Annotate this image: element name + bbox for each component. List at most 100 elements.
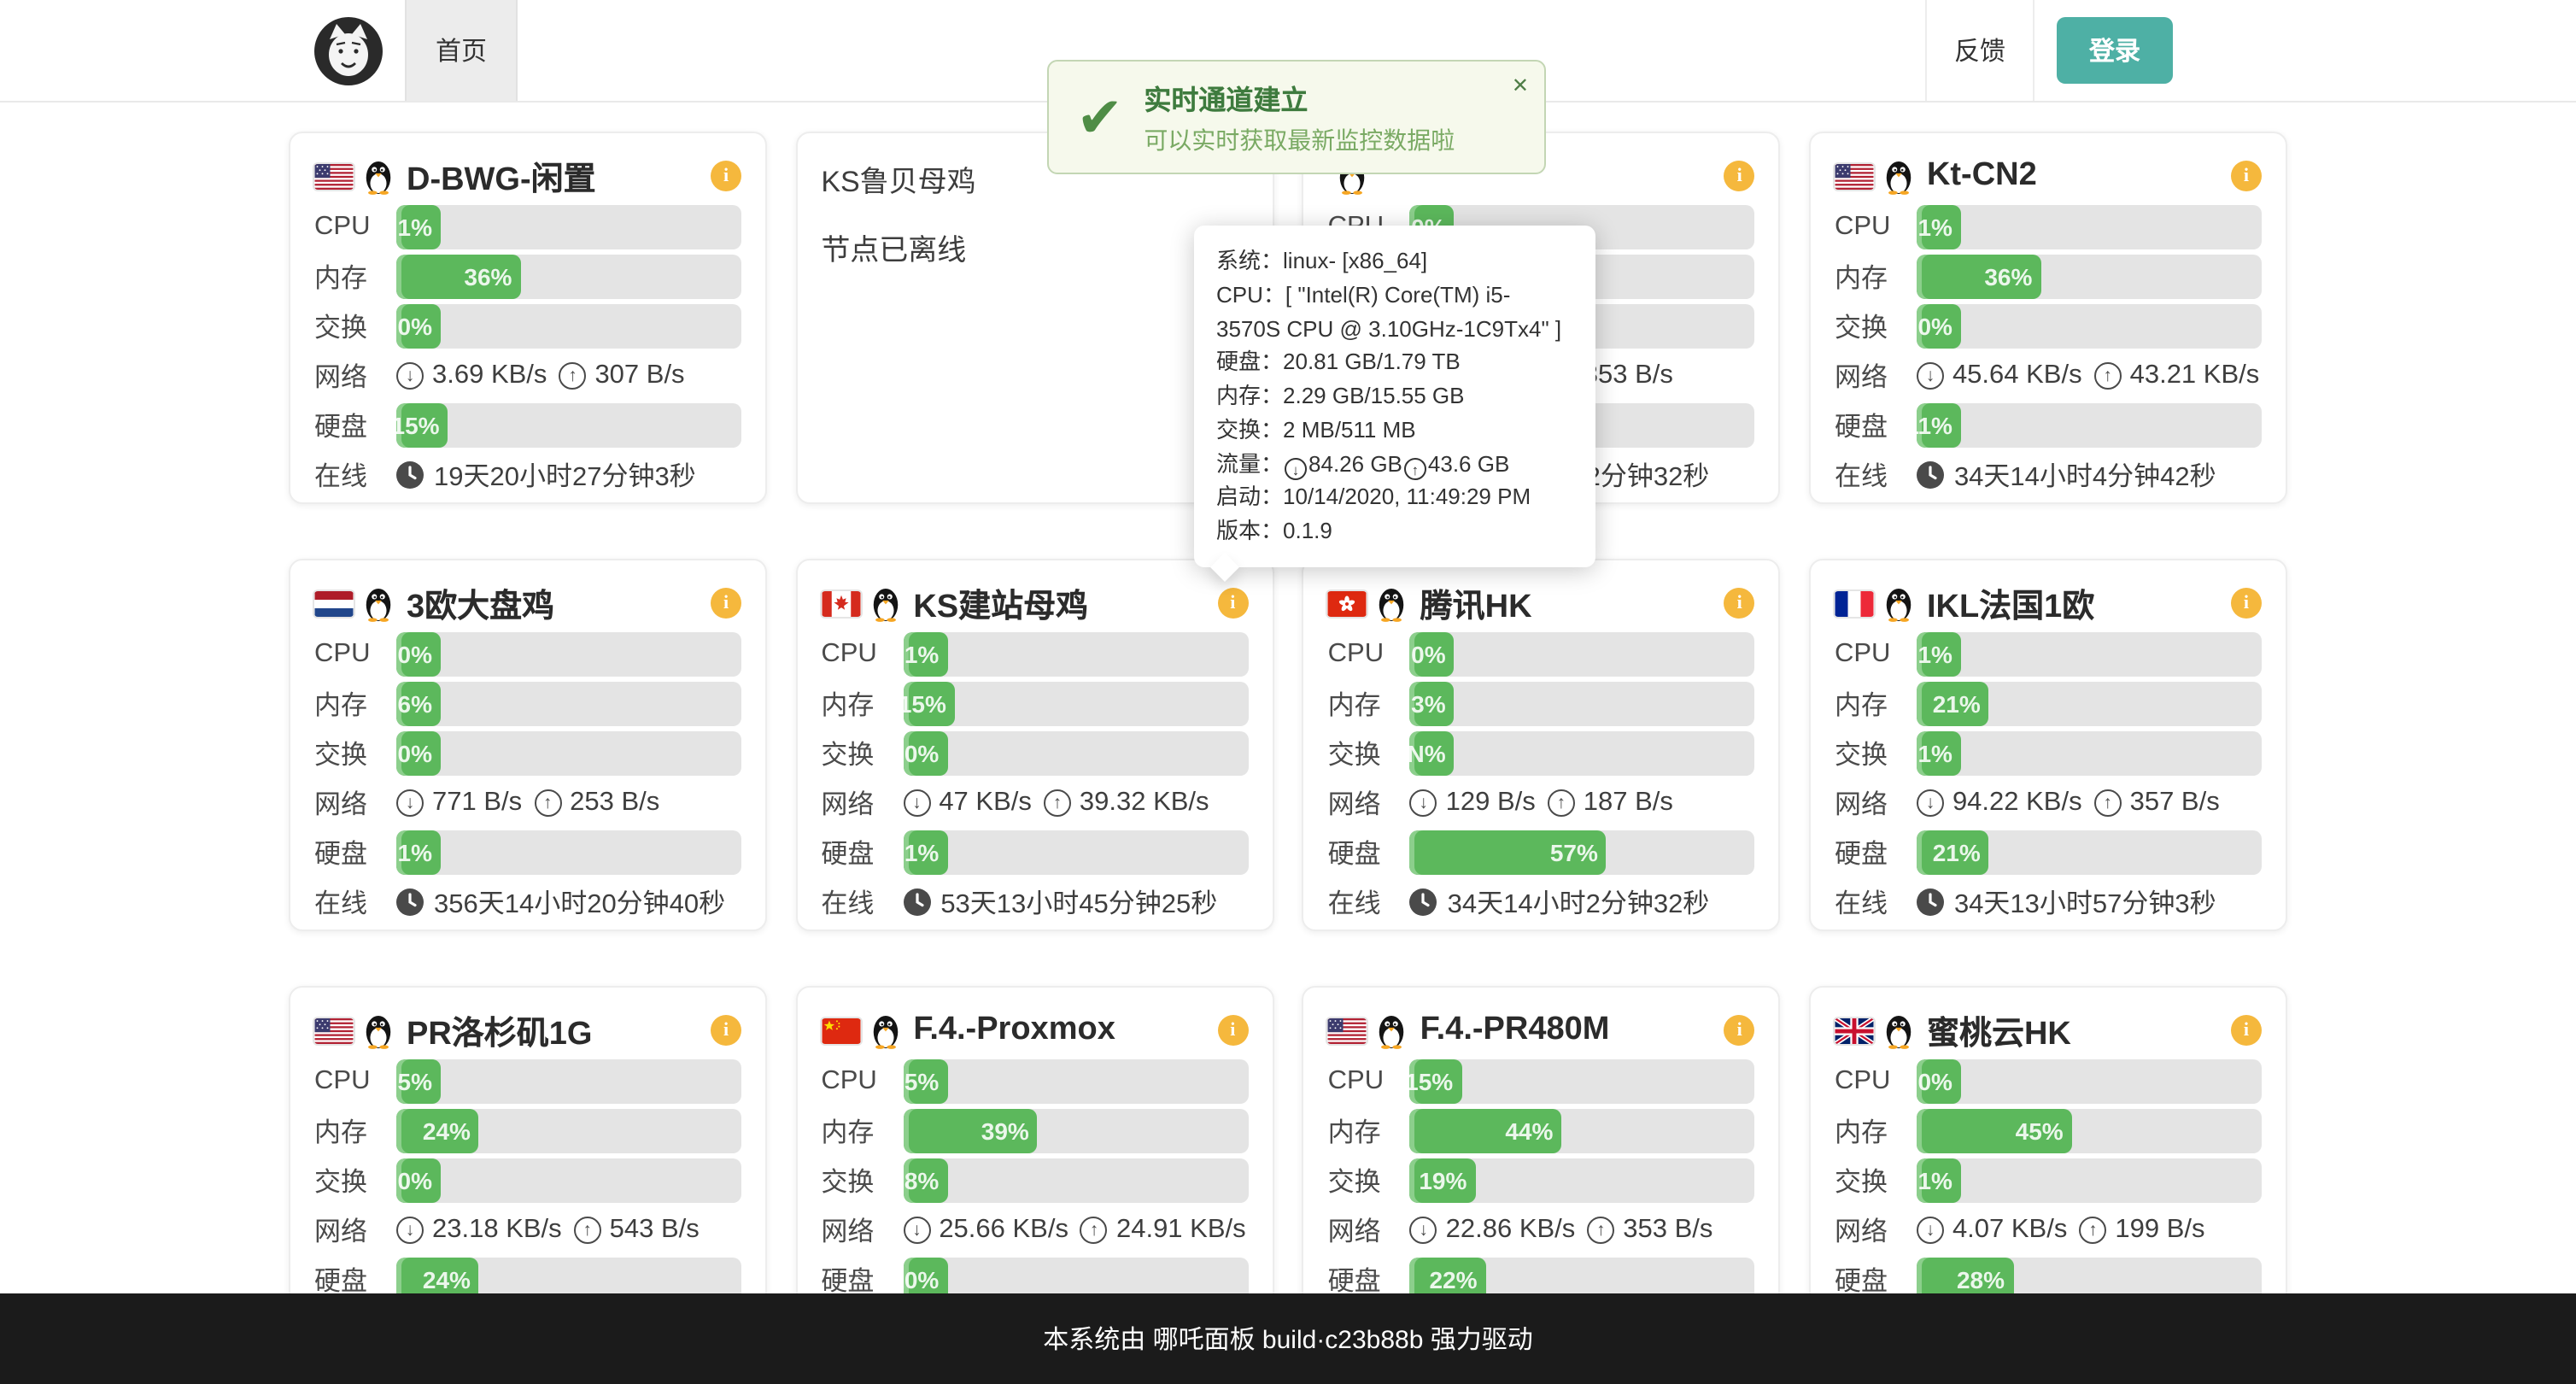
stat-label: CPU xyxy=(821,1066,903,1097)
stat-row-disk: 硬盘15% xyxy=(314,403,741,448)
linux-penguin-icon xyxy=(362,1012,395,1048)
uptime-stats: 19天20小时27分钟3秒 xyxy=(396,456,741,494)
info-icon[interactable]: i xyxy=(1724,1015,1755,1046)
stat-row-mem: 内存24% xyxy=(314,1109,741,1153)
stat-row-uptime: 在线34天14小时2分钟32秒 xyxy=(1328,880,1755,924)
info-icon[interactable]: i xyxy=(711,588,741,619)
stat-label: 内存 xyxy=(1835,685,1917,723)
flag-us-icon xyxy=(1835,163,1874,189)
stat-row-net: 网络↓45.64 KB/s↑43.21 KB/s xyxy=(1835,354,2262,398)
tooltip-value: 2.29 GB/15.55 GB xyxy=(1283,383,1464,408)
stat-row-cpu: CPU0% xyxy=(1835,1059,2262,1104)
site-logo-avatar[interactable] xyxy=(314,16,383,85)
flag-nl-icon xyxy=(314,590,354,616)
network-stats: ↓129 B/s↑187 B/s xyxy=(1410,788,1755,818)
uptime-value: 34天14小时4分钟42秒 xyxy=(1954,456,2216,494)
server-name: 蜜桃云HK xyxy=(1927,1007,2231,1053)
server-card: D-BWG-闲置iCPU1%内存36%交换0%网络↓3.69 KB/s↑307 … xyxy=(289,132,767,504)
flag-hk-icon xyxy=(1328,590,1367,616)
swap-usage-bar: 1% xyxy=(1917,731,2262,776)
swap-usage-bar: N% xyxy=(1410,731,1755,776)
network-stats: ↓47 KB/s↑39.32 KB/s xyxy=(903,788,1248,818)
upload-speed: 353 B/s xyxy=(1623,1215,1712,1246)
clock-icon xyxy=(396,461,424,489)
memory-usage-bar-percent: 36% xyxy=(464,263,512,290)
clock-icon xyxy=(903,888,930,916)
cpu-usage-bar: 15% xyxy=(1410,1059,1755,1104)
stat-label: 交换 xyxy=(1835,735,1917,772)
tooltip-label: 启动： xyxy=(1216,484,1283,510)
stat-label: 在线 xyxy=(314,456,396,494)
stat-row-mem: 内存36% xyxy=(314,255,741,299)
info-icon[interactable]: i xyxy=(1217,588,1248,619)
download-arrow-icon: ↓ xyxy=(903,789,930,817)
tooltip-value: linux- [x86_64] xyxy=(1283,248,1427,273)
stat-row-swap: 交换0% xyxy=(821,731,1248,776)
disk-usage-bar: 1% xyxy=(396,830,741,875)
upload-speed: 353 B/s xyxy=(1584,361,1673,391)
memory-usage-bar: 21% xyxy=(1917,682,2262,726)
card-header: 腾讯HKi xyxy=(1328,581,1755,625)
info-icon[interactable]: i xyxy=(711,1015,741,1046)
stat-label: CPU xyxy=(314,639,396,670)
upload-speed: 39.32 KB/s xyxy=(1080,788,1209,818)
memory-usage-bar: 3% xyxy=(1410,682,1755,726)
cpu-usage-bar-percent: 5% xyxy=(398,1068,432,1095)
server-name: D-BWG-闲置 xyxy=(407,153,711,199)
linux-penguin-icon xyxy=(362,158,395,194)
traffic-down-value: 84.26 GB xyxy=(1308,450,1402,476)
info-icon[interactable]: i xyxy=(2231,1015,2262,1046)
stat-row-cpu: CPU15% xyxy=(1328,1059,1755,1104)
network-stats: ↓22.86 KB/s↑353 B/s xyxy=(1410,1215,1755,1246)
tooltip-row: 内存：2.29 GB/15.55 GB xyxy=(1216,379,1573,413)
stat-label: 交换 xyxy=(314,1162,396,1199)
nav-item-feedback[interactable]: 反馈 xyxy=(1925,0,2034,101)
disk-usage-bar-percent: 15% xyxy=(396,412,440,439)
stat-label: 交换 xyxy=(314,735,396,772)
flag-ca-icon xyxy=(821,590,860,616)
download-speed: 3.69 KB/s xyxy=(432,361,547,391)
disk-usage-bar: 15% xyxy=(396,403,741,448)
stat-label: 网络 xyxy=(821,1211,903,1249)
swap-usage-bar-percent: 0% xyxy=(398,313,432,340)
stat-row-cpu: CPU1% xyxy=(821,632,1248,677)
stat-row-uptime: 在线53天13小时45分钟25秒 xyxy=(821,880,1248,924)
upload-speed: 187 B/s xyxy=(1584,788,1673,818)
cpu-usage-bar: 0% xyxy=(396,632,741,677)
disk-usage-bar-percent: 21% xyxy=(1933,839,1981,866)
swap-usage-bar-percent: 0% xyxy=(905,740,939,767)
footer: 本系统由 哪吒面板 build·c23b88b 强力驱动 xyxy=(0,1293,2576,1384)
stat-row-mem: 内存36% xyxy=(1835,255,2262,299)
close-icon[interactable]: ✕ xyxy=(1512,73,1529,97)
info-icon[interactable]: i xyxy=(2231,161,2262,191)
download-speed: 771 B/s xyxy=(432,788,522,818)
stat-label: 网络 xyxy=(1835,357,1917,395)
download-arrow-icon: ↓ xyxy=(396,1217,424,1244)
nav-tab-home[interactable]: 首页 xyxy=(405,0,518,101)
swap-usage-bar-percent: 19% xyxy=(1419,1167,1467,1194)
info-icon[interactable]: i xyxy=(1724,161,1755,191)
linux-penguin-icon xyxy=(1376,1012,1408,1048)
login-button[interactable]: 登录 xyxy=(2057,17,2173,84)
info-icon[interactable]: i xyxy=(1217,1015,1248,1046)
info-icon[interactable]: i xyxy=(1724,588,1755,619)
toast-body: 实时通道建立 可以实时获取最新监控数据啦 xyxy=(1144,77,1455,157)
uptime-stats: 34天13小时57分钟3秒 xyxy=(1917,883,2262,921)
stat-label: CPU xyxy=(1835,212,1917,243)
stat-row-cpu: CPU1% xyxy=(1835,205,2262,249)
tooltip-row: 流量：↓84.26 GB↑43.6 GB xyxy=(1216,447,1573,481)
tooltip-label: 内存： xyxy=(1216,383,1283,408)
memory-usage-bar: 6% xyxy=(396,682,741,726)
swap-usage-bar: 0% xyxy=(903,731,1248,776)
stat-row-swap: 交换0% xyxy=(314,731,741,776)
memory-usage-bar-percent: 21% xyxy=(1933,690,1981,718)
tooltip-label: 系统： xyxy=(1216,248,1283,273)
upload-speed: 307 B/s xyxy=(594,361,684,391)
info-icon[interactable]: i xyxy=(711,161,741,191)
stat-row-swap: 交换19% xyxy=(1328,1158,1755,1203)
memory-usage-bar-percent: 6% xyxy=(398,690,432,718)
info-icon[interactable]: i xyxy=(2231,588,2262,619)
upload-speed: 43.21 KB/s xyxy=(2130,361,2260,391)
stat-label: 内存 xyxy=(821,1112,903,1150)
card-header: Kt-CN2i xyxy=(1835,154,2262,198)
